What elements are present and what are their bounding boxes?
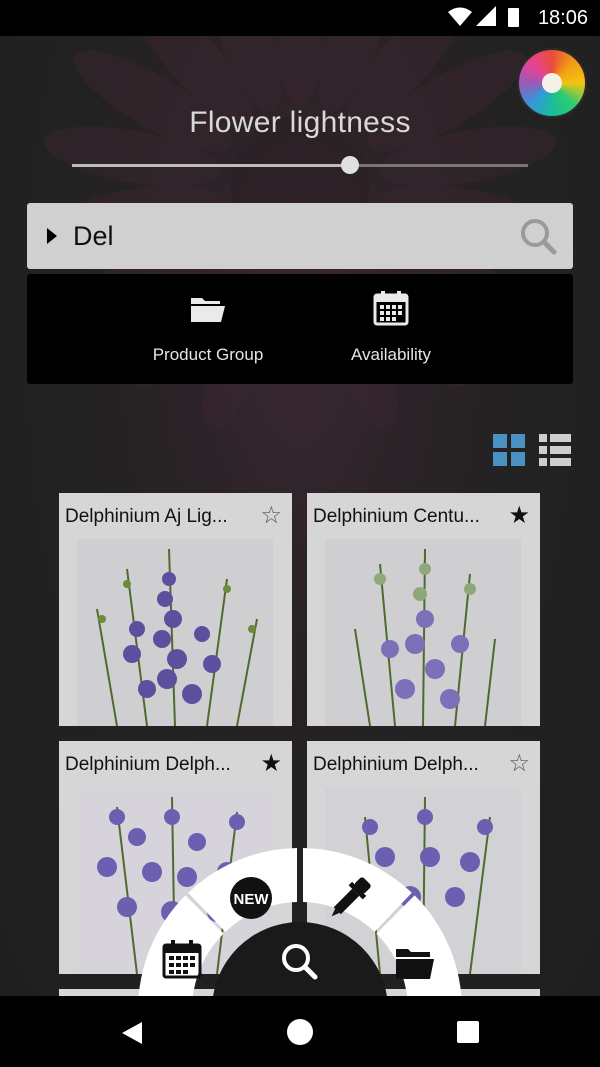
favorite-star-icon[interactable]: ☆ bbox=[508, 750, 530, 778]
folder-icon bbox=[396, 949, 434, 979]
slider-fill bbox=[72, 164, 351, 167]
filter-panel: Product Group Availability bbox=[27, 274, 573, 384]
product-name: Delphinium Centu... bbox=[313, 506, 480, 527]
product-card[interactable]: Delphinium Centu... ★ bbox=[307, 493, 540, 726]
new-badge-label: NEW bbox=[234, 891, 270, 908]
lightness-label: Flower lightness bbox=[189, 106, 411, 139]
favorite-star-icon[interactable]: ★ bbox=[508, 502, 530, 530]
list-view-icon[interactable] bbox=[539, 434, 571, 466]
signal-icon bbox=[476, 6, 496, 26]
status-time: 18:06 bbox=[537, 7, 588, 29]
product-name: Delphinium Delph... bbox=[313, 754, 479, 775]
folder-icon bbox=[191, 298, 225, 322]
grid-view-icon[interactable] bbox=[493, 434, 525, 466]
recents-icon[interactable] bbox=[456, 1020, 480, 1044]
product-card[interactable]: Delphinium Aj Lig... ☆ bbox=[59, 493, 292, 726]
product-name: Delphinium Aj Lig... bbox=[65, 506, 228, 527]
new-badge-icon: NEW bbox=[230, 877, 272, 919]
battery-icon bbox=[508, 8, 519, 27]
flower-image bbox=[77, 539, 273, 726]
filter-label: Availability bbox=[350, 345, 431, 364]
lightness-slider[interactable] bbox=[72, 156, 528, 174]
search-input[interactable]: Del bbox=[73, 221, 114, 252]
expand-arrow-icon[interactable] bbox=[47, 228, 57, 244]
filter-availability[interactable]: Availability bbox=[301, 274, 481, 384]
product-name: Delphinium Delph... bbox=[65, 754, 231, 775]
home-icon[interactable] bbox=[286, 1018, 314, 1046]
calendar-icon bbox=[373, 291, 409, 326]
back-icon[interactable] bbox=[118, 1020, 144, 1046]
navigation-bar bbox=[0, 996, 600, 1067]
favorite-star-icon[interactable]: ☆ bbox=[260, 502, 282, 530]
search-icon[interactable] bbox=[519, 217, 557, 255]
flower-image bbox=[325, 539, 521, 726]
radial-center-search bbox=[212, 922, 388, 998]
search-bar[interactable]: Del bbox=[27, 203, 573, 269]
status-bar: 18:06 bbox=[0, 0, 600, 36]
filter-product-group[interactable]: Product Group bbox=[118, 274, 298, 384]
wifi-icon bbox=[448, 7, 472, 26]
radial-action-menu: NEW bbox=[138, 848, 462, 998]
favorite-star-icon[interactable]: ★ bbox=[260, 750, 282, 778]
filter-label: Product Group bbox=[152, 345, 264, 364]
status-icons bbox=[448, 6, 519, 27]
